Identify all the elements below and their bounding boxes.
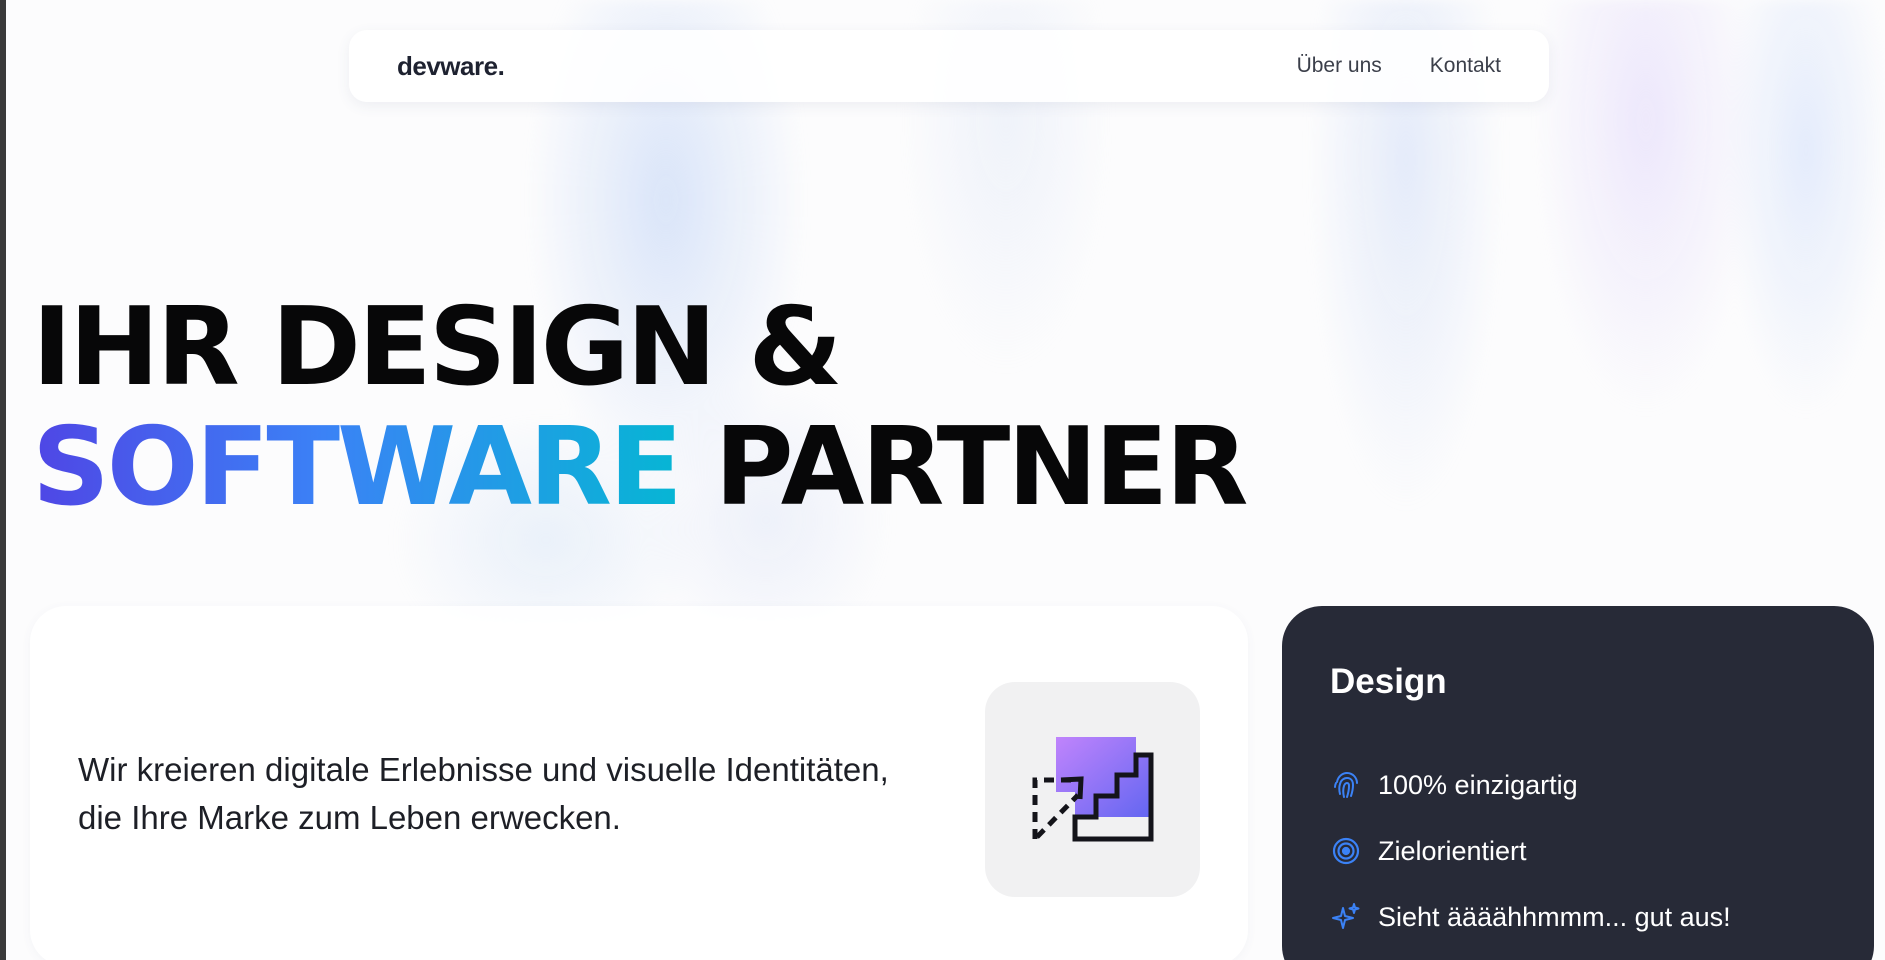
steps-growth-icon [1032,737,1154,842]
feature-list: 100% einzigartig Zielorientiert Sieht ää… [1330,752,1731,950]
logo[interactable]: devware. [397,51,505,82]
feature-item: Zielorientiert [1330,818,1731,884]
nav-links: Über uns Kontakt [1297,54,1501,78]
hero-title: IHR DESIGN & SOFTWARE PARTNER [32,285,1249,530]
hero-title-line-1: IHR DESIGN & [32,285,843,410]
design-card: Design 100% einzigartig Zielorientiert S… [1282,606,1874,960]
fingerprint-icon [1330,769,1362,801]
page: devware. Über uns Kontakt IHR DESIGN & S… [6,0,1885,960]
sparkle-icon [1330,901,1362,933]
feature-label: 100% einzigartig [1378,769,1578,800]
top-navbar: devware. Über uns Kontakt [349,30,1549,102]
intro-card: Wir kreieren digitale Erlebnisse und vis… [30,606,1248,960]
nav-link-contact[interactable]: Kontakt [1430,54,1501,78]
intro-icon-tile [985,682,1200,897]
hero-title-gradient-word: SOFTWARE [32,405,683,530]
intro-text: Wir kreieren digitale Erlebnisse und vis… [78,751,889,836]
design-card-title: Design [1330,662,1447,701]
hero-title-line-2: SOFTWARE PARTNER [32,405,1249,530]
hero-title-line-2-rest: PARTNER [714,405,1248,530]
feature-label: Sieht äääähhmmm... gut aus! [1378,901,1731,932]
feature-item: 100% einzigartig [1330,752,1731,818]
feature-label: Zielorientiert [1378,835,1527,866]
nav-link-about[interactable]: Über uns [1297,54,1382,78]
target-icon [1330,835,1362,867]
feature-item: Sieht äääähhmmm... gut aus! [1330,884,1731,950]
